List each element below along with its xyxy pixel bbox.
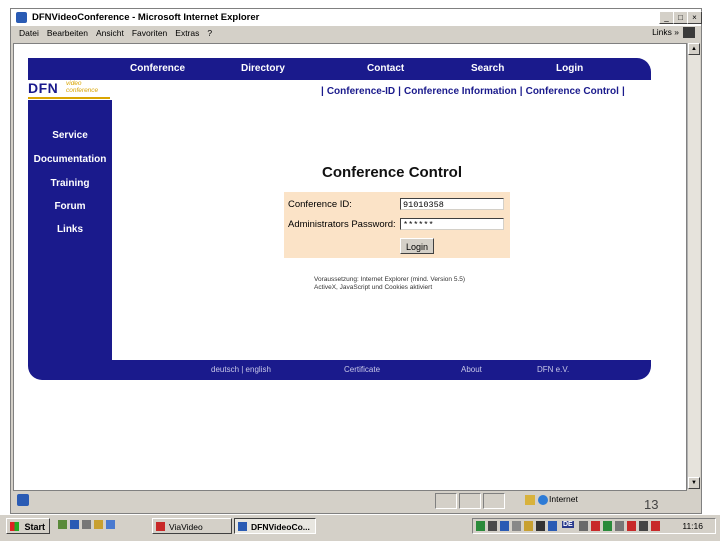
links-toolbar[interactable]: Links »: [652, 27, 679, 37]
tray-network-icon[interactable]: [476, 521, 485, 531]
menu-item-help[interactable]: ?: [207, 28, 212, 38]
outlook-icon[interactable]: [82, 520, 91, 529]
status-bar: Internet: [11, 491, 701, 511]
status-segment: [483, 493, 505, 509]
menu-item-extras[interactable]: Extras: [175, 28, 199, 38]
menu-item-bearbeiten[interactable]: Bearbeiten: [47, 28, 88, 38]
tray-monitor-icon[interactable]: [500, 521, 509, 531]
task-viavideo[interactable]: ViaVideo: [152, 518, 232, 534]
requirements-note: Voraussetzung: Internet Explorer (mind. …: [314, 276, 466, 291]
page-status-icon: [17, 494, 29, 506]
title-bar: DFNVideoConference - Microsoft Internet …: [11, 9, 702, 26]
close-button[interactable]: ×: [687, 11, 702, 24]
taskbar-clock: 11:16: [682, 521, 703, 531]
tray-tool-icon[interactable]: [536, 521, 545, 531]
sidebar-item-documentation[interactable]: Documentation: [28, 154, 112, 165]
footer-certificate[interactable]: Certificate: [344, 365, 380, 374]
folder-icon[interactable]: [94, 520, 103, 529]
status-segment: [435, 493, 457, 509]
website: Conference Directory Contact Search Logi…: [28, 58, 651, 380]
scroll-down-icon[interactable]: ▼: [688, 477, 700, 489]
menu-bar: Datei Bearbeiten Ansicht Favoriten Extra…: [11, 26, 701, 40]
scroll-up-icon[interactable]: ▲: [688, 43, 700, 55]
media-icon[interactable]: [106, 520, 115, 529]
sidebar-item-links[interactable]: Links: [28, 224, 112, 235]
menu-item-favoriten[interactable]: Favoriten: [132, 28, 167, 38]
internet-explorer-icon: [16, 12, 27, 23]
dfn-logo[interactable]: DFN video conference: [28, 80, 112, 100]
tray-sound-icon[interactable]: [488, 521, 497, 531]
tray-printer-icon[interactable]: [512, 521, 521, 531]
menu-item-datei[interactable]: Datei: [19, 28, 39, 38]
footer-dfn[interactable]: DFN e.V.: [537, 365, 569, 374]
sub-navigation: | Conference-ID | Conference Information | Co…: [321, 86, 625, 97]
login-button[interactable]: Login: [400, 238, 434, 254]
start-button[interactable]: Start: [6, 518, 50, 534]
page-title: Conference Control: [322, 164, 463, 181]
footer: deutsch | english Certificate About DFN …: [28, 360, 651, 380]
sidebar-item-training[interactable]: Training: [28, 178, 112, 189]
slide-number: 13: [644, 497, 659, 512]
maximize-button[interactable]: □: [673, 11, 688, 24]
top-navigation: Conference Directory Contact Search Logi…: [28, 58, 651, 80]
windows-flag-icon: [10, 522, 19, 531]
taskbar: Start ViaVideo DFNVideoCo... DE 11:16: [0, 514, 720, 541]
globe-icon: [538, 495, 548, 505]
sidebar-item-forum[interactable]: Forum: [28, 201, 112, 212]
tray-app-icon[interactable]: [639, 521, 648, 531]
menu-item-ansicht[interactable]: Ansicht: [96, 28, 124, 38]
tray-app-icon[interactable]: [579, 521, 588, 531]
subnav-conference-information[interactable]: Conference Information: [404, 86, 517, 97]
vertical-scrollbar[interactable]: ▲ ▼: [687, 43, 700, 489]
nav-contact[interactable]: Contact: [367, 63, 404, 74]
sidebar-item-service[interactable]: Service: [28, 130, 112, 141]
login-form: Conference ID: 91010358 Administrators P…: [284, 192, 510, 258]
logo-text: DFN: [28, 80, 59, 96]
conference-id-label: Conference ID:: [288, 199, 352, 210]
windows-logo-icon: [683, 27, 695, 38]
status-segment: [459, 493, 481, 509]
footer-about[interactable]: About: [461, 365, 482, 374]
password-label: Administrators Password:: [288, 219, 396, 230]
system-tray: DE 11:16: [472, 518, 716, 534]
logo-subtext: video conference: [66, 80, 99, 94]
task-dfnvideoconference[interactable]: DFNVideoCo...: [234, 518, 316, 534]
window-title: DFNVideoConference - Microsoft Internet …: [32, 12, 260, 23]
logo-underline: [28, 97, 110, 99]
nav-search[interactable]: Search: [471, 63, 504, 74]
viavideo-icon: [156, 522, 165, 531]
subnav-conference-id[interactable]: Conference-ID: [327, 86, 395, 97]
footer-language[interactable]: deutsch | english: [211, 365, 271, 374]
page-viewport: Conference Directory Contact Search Logi…: [13, 43, 687, 491]
ie-task-icon: [238, 522, 247, 531]
minimize-button[interactable]: _: [659, 11, 674, 24]
nav-login[interactable]: Login: [556, 63, 583, 74]
tray-app-icon[interactable]: [627, 521, 636, 531]
security-zone: Internet: [549, 494, 578, 504]
password-input[interactable]: ******: [400, 218, 504, 230]
desktop-icon[interactable]: [58, 520, 67, 529]
browser-window: DFNVideoConference - Microsoft Internet …: [10, 8, 702, 514]
tray-app-icon[interactable]: [615, 521, 624, 531]
tray-app-icon[interactable]: [651, 521, 660, 531]
tray-language-indicator[interactable]: DE: [562, 521, 574, 528]
conference-id-input[interactable]: 91010358: [400, 198, 504, 210]
tray-app-icon[interactable]: [548, 521, 557, 531]
side-navigation: Service Documentation Training Forum Lin…: [28, 100, 112, 360]
lock-icon: [525, 495, 535, 505]
subnav-conference-control[interactable]: Conference Control: [526, 86, 619, 97]
tray-app-icon[interactable]: [591, 521, 600, 531]
tray-app-icon[interactable]: [524, 521, 533, 531]
ie-quicklaunch-icon[interactable]: [70, 520, 79, 529]
nav-directory[interactable]: Directory: [241, 63, 285, 74]
nav-conference[interactable]: Conference: [130, 63, 185, 74]
tray-app-icon[interactable]: [603, 521, 612, 531]
